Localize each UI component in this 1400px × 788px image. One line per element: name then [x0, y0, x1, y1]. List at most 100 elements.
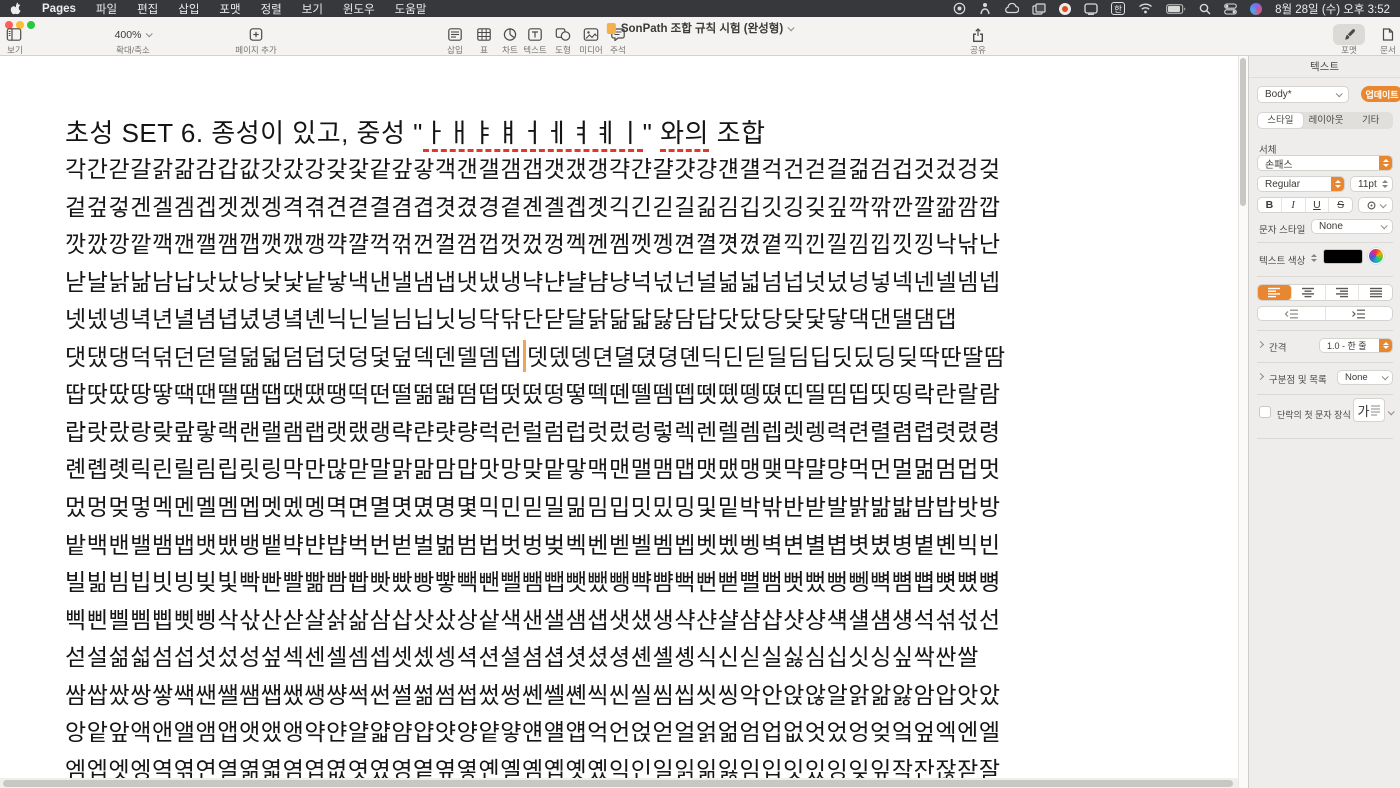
tab-more[interactable]: 기타 [1348, 113, 1393, 128]
tab-style[interactable]: 스타일 [1258, 113, 1303, 128]
menu-format[interactable]: 포맷 [209, 1, 250, 17]
textbox-button[interactable]: 텍스트 [523, 44, 546, 56]
align-center-button[interactable] [1292, 285, 1326, 300]
text-line: 밭백밴밸뱀뱁뱃뱄뱅뱉뱍뱐뱝벅번벋벌벎범법벗벙벚벡벤벧벨벰벱벳벴벵벽변별볍볏볐병볕… [65, 526, 1001, 560]
media-button[interactable]: 미디어 [579, 44, 602, 56]
insert-button[interactable]: 삽입 [447, 44, 463, 56]
format-label: 포맷 [1341, 44, 1357, 56]
menu-view[interactable]: 보기 [292, 1, 333, 17]
spellcheck-underline: ㅏㅐㅑㅒㅓㅔㅕㅖㅣ [423, 118, 643, 152]
font-size-stepper[interactable]: 11pt [1350, 176, 1393, 192]
bullets-label: 구분점 및 목록 [1269, 372, 1327, 386]
battery-icon[interactable] [1166, 4, 1186, 14]
italic-button[interactable]: I [1282, 198, 1306, 212]
divider [1257, 394, 1393, 395]
menu-app-name[interactable]: Pages [32, 3, 86, 15]
stepper-icon [1311, 254, 1317, 262]
input-source-korean[interactable]: 한 [1111, 2, 1125, 15]
zoom-window-button[interactable] [27, 21, 35, 29]
table-icon[interactable] [477, 28, 491, 41]
dropcap-checkbox[interactable] [1259, 406, 1271, 418]
font-family-select[interactable]: 손패스 [1257, 155, 1393, 171]
document-title-line: 초성 SET 6. 종성이 있고, 중성 "ㅏㅐㅑㅒㅓㅔㅕㅖㅣ" 와의 조합 [65, 113, 766, 150]
window-title[interactable]: SonPath 조합 규칙 시험 (완성형) [607, 20, 793, 36]
update-style-button[interactable]: 업데이트 [1361, 86, 1400, 102]
menu-help[interactable]: 도움말 [385, 1, 437, 17]
view-button[interactable]: 보기 [7, 44, 23, 56]
disclosure-chevron-icon[interactable] [1257, 341, 1264, 348]
bold-button[interactable]: B [1258, 198, 1282, 212]
text-line: 쌈쌉쌌쌍쌓쌕쌘쌜쌤쌥쌨쌩썅썩썬썰썲썸썹썼썽쎈쎌쏀씩씬씰씸씹씻씽악안앉않알앍앎앓암… [65, 676, 1001, 710]
table-button[interactable]: 표 [480, 44, 488, 56]
add-page-button[interactable]: 페이지 추가 [235, 44, 276, 56]
document-icon[interactable] [1383, 28, 1394, 41]
text-options-button[interactable] [1358, 197, 1393, 213]
document-button[interactable]: 문서 [1380, 44, 1396, 56]
underline-button[interactable]: U [1306, 198, 1330, 212]
textbox-icon[interactable] [528, 28, 542, 41]
text-line: 롄롑롓릭린릴림립릿링막만많맏말맑맒맘맙맛망맞맡맣맥맨맬맴맵맷맸맹맺먁먈먕먹먼멀멂… [65, 450, 1001, 484]
outdent-button[interactable] [1258, 307, 1326, 320]
apple-menu[interactable] [0, 2, 32, 15]
zoom-level-control[interactable]: 400% [100, 27, 166, 42]
document-page[interactable]: 초성 SET 6. 종성이 있고, 중성 "ㅏㅐㅑㅒㅓㅔㅕㅖㅣ" 와의 조합 각… [0, 56, 1238, 788]
inspector-tabs: 스타일 레이아웃 기타 [1257, 112, 1393, 129]
disclosure-chevron-icon[interactable] [1257, 373, 1264, 380]
media-icon[interactable] [584, 28, 599, 41]
text-line: 각간갇갈갉갊감갑값갓갔강갖갗같갚갛객갠갤갬갭갯갰갱갹갼걀걋걍걘걜걱건걷걸걺검겁것… [65, 150, 1001, 184]
shape-icon[interactable] [556, 28, 571, 41]
chevron-down-icon [1380, 201, 1387, 208]
share-button[interactable]: 공유 [970, 44, 986, 56]
spacing-select[interactable]: 1.0 - 한 줄 [1319, 338, 1393, 353]
format-button[interactable] [1333, 24, 1365, 45]
char-style-label: 문자 스타일 [1259, 222, 1305, 236]
status-spiral-icon[interactable] [953, 2, 966, 15]
chart-icon[interactable] [504, 28, 517, 41]
char-style-select[interactable]: None [1311, 219, 1393, 234]
align-left-button[interactable] [1258, 285, 1292, 300]
wifi-icon[interactable] [1138, 3, 1153, 14]
menu-bar-clock[interactable]: 8월 28일 (수) 오후 3:52 [1275, 1, 1390, 17]
add-page-icon[interactable] [250, 28, 263, 41]
align-justify-button[interactable] [1359, 285, 1392, 300]
chart-button[interactable]: 차트 [502, 44, 518, 56]
text-line: 겉겊겋겐겔겜겝겟겠겡격겪견겯결겸겹겻겼경곁곈곌곕곗긱긴긷길긺김깁깃깅깆깊깍깎깐깔… [65, 188, 1001, 222]
font-weight-select[interactable]: Regular [1257, 176, 1345, 192]
status-windows-icon[interactable] [1032, 3, 1046, 15]
vertical-scrollbar[interactable] [1240, 58, 1246, 206]
spacing-label: 간격 [1269, 340, 1286, 354]
comment-button[interactable]: 주석 [610, 44, 626, 56]
bullets-select[interactable]: None [1337, 370, 1393, 385]
menu-window[interactable]: 윈도우 [333, 1, 385, 17]
status-figure-icon[interactable] [979, 2, 991, 15]
text-color-well[interactable] [1323, 249, 1363, 264]
indent-button[interactable] [1326, 307, 1393, 320]
dropcap-preview[interactable]: 가 [1353, 398, 1385, 422]
spellcheck-underline: 와의 [660, 118, 709, 152]
menu-arrange[interactable]: 정렬 [251, 1, 292, 17]
control-center-icon[interactable] [1224, 3, 1237, 15]
divider [1257, 276, 1393, 277]
horizontal-scrollbar[interactable] [3, 780, 1233, 787]
stepper-icon [1379, 339, 1392, 352]
chevron-down-icon [788, 24, 795, 31]
shape-button[interactable]: 도형 [555, 44, 571, 56]
spotlight-icon[interactable] [1199, 3, 1211, 15]
insert-icon[interactable] [448, 28, 462, 41]
menu-file[interactable]: 파일 [86, 1, 127, 17]
align-right-button[interactable] [1326, 285, 1360, 300]
status-cloud-icon[interactable] [1004, 3, 1019, 14]
status-display-icon[interactable] [1084, 3, 1098, 15]
divider [1257, 438, 1393, 439]
siri-icon[interactable] [1250, 3, 1262, 15]
menu-insert[interactable]: 삽입 [168, 1, 209, 17]
tab-layout[interactable]: 레이아웃 [1304, 113, 1349, 128]
color-wheel-icon[interactable] [1368, 248, 1384, 264]
menu-edit[interactable]: 편집 [127, 1, 168, 17]
stepper-icon [1382, 180, 1388, 188]
paragraph-style-select[interactable]: Body* [1257, 86, 1349, 103]
status-recording-icon[interactable] [1059, 3, 1071, 15]
share-icon[interactable] [972, 28, 984, 42]
view-icon[interactable] [7, 28, 22, 41]
strikethrough-button[interactable]: S [1329, 198, 1352, 212]
